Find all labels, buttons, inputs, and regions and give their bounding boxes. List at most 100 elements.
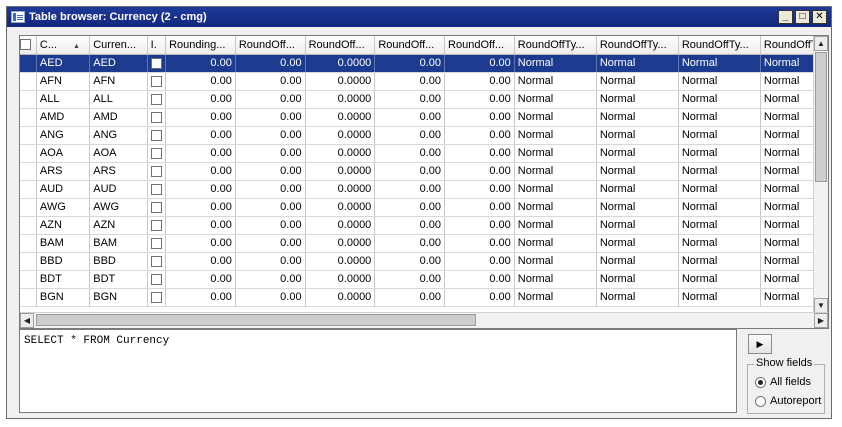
table-cell[interactable]: ANG [36,126,91,145]
radio-all-fields-button[interactable] [755,376,766,388]
table-cell[interactable]: 0.00 [235,198,306,217]
column-header[interactable]: RoundOffTy... [514,36,597,55]
table-cell[interactable]: 0.00 [165,72,236,91]
checkbox-cell[interactable] [147,126,167,145]
table-row[interactable]: AOA AOA 0.00 0.00 0.0000 0.00 0.00 Normal Normal… [20,144,828,163]
select-all-checkbox[interactable] [20,39,31,51]
column-header[interactable]: RoundOff... [374,36,446,55]
row-checkbox[interactable] [150,273,162,285]
table-cell[interactable]: 0.00 [444,144,515,163]
horizontal-scroll-thumb[interactable] [36,314,476,326]
table-cell[interactable]: AED [89,54,148,73]
table-cell[interactable]: Normal [596,234,679,253]
table-cell[interactable]: 0.0000 [305,108,376,127]
table-cell[interactable]: 0.00 [374,108,446,127]
table-row[interactable]: BDT BDT 0.00 0.00 0.0000 0.00 0.00 Normal Normal… [20,270,828,289]
table-cell[interactable]: Normal [514,144,597,163]
table-cell[interactable]: AMD [89,108,148,127]
table-cell[interactable]: 0.00 [235,126,306,145]
table-cell[interactable]: 0.00 [374,270,446,289]
row-selector[interactable] [20,54,37,73]
table-cell[interactable]: AUD [36,180,91,199]
table-cell[interactable]: AOA [89,144,148,163]
table-cell[interactable]: AMD [36,108,91,127]
table-cell[interactable]: Normal [596,54,679,73]
table-cell[interactable]: AFN [36,72,91,91]
table-row[interactable]: AUD AUD 0.00 0.00 0.0000 0.00 0.00 Normal Normal… [20,180,828,199]
checkbox-cell[interactable] [147,198,167,217]
table-cell[interactable]: 0.00 [444,288,515,307]
radio-autoreport[interactable]: Autoreport [755,395,821,407]
checkbox-cell[interactable] [147,90,167,109]
radio-all-fields[interactable]: All fields [755,376,811,388]
checkbox-cell[interactable] [147,144,167,163]
table-cell[interactable]: Normal [514,108,597,127]
table-cell[interactable]: 0.00 [235,54,306,73]
table-cell[interactable]: 0.0000 [305,162,376,181]
table-cell[interactable]: 0.0000 [305,288,376,307]
checkbox-cell[interactable] [147,288,167,307]
row-selector[interactable] [20,270,37,289]
row-checkbox[interactable] [150,75,162,87]
table-cell[interactable]: 0.00 [444,126,515,145]
table-cell[interactable]: 0.00 [374,90,446,109]
vertical-scrollbar[interactable]: ▲ ▼ [813,36,828,313]
table-cell[interactable]: 0.00 [235,162,306,181]
table-row[interactable]: AMD AMD 0.00 0.00 0.0000 0.00 0.00 Normal Normal… [20,108,828,127]
table-cell[interactable]: 0.0000 [305,54,376,73]
row-checkbox[interactable] [150,255,162,267]
table-cell[interactable]: BDT [36,270,91,289]
table-cell[interactable]: Normal [514,252,597,271]
table-cell[interactable]: 0.00 [235,252,306,271]
table-cell[interactable]: Normal [678,288,761,307]
table-cell[interactable]: 0.0000 [305,144,376,163]
table-row[interactable]: ANG ANG 0.00 0.00 0.0000 0.00 0.00 Normal Normal… [20,126,828,145]
table-cell[interactable]: BBD [36,252,91,271]
run-query-button[interactable]: ▶ [748,334,772,354]
table-row[interactable]: AZN AZN 0.00 0.00 0.0000 0.00 0.00 Normal Normal… [20,216,828,235]
table-cell[interactable]: Normal [678,198,761,217]
table-cell[interactable]: 0.0000 [305,234,376,253]
table-cell[interactable]: Normal [514,288,597,307]
table-row[interactable]: ARS ARS 0.00 0.00 0.0000 0.00 0.00 Normal Normal… [20,162,828,181]
row-checkbox[interactable] [150,111,162,123]
table-cell[interactable]: 0.00 [235,144,306,163]
scroll-right-icon[interactable]: ▶ [814,313,828,328]
table-cell[interactable]: Normal [596,108,679,127]
table-cell[interactable]: 0.00 [444,198,515,217]
table-cell[interactable]: 0.00 [165,108,236,127]
row-checkbox[interactable] [150,57,162,69]
table-cell[interactable]: Normal [514,90,597,109]
table-cell[interactable]: 0.00 [374,198,446,217]
row-selector[interactable] [20,252,37,271]
table-cell[interactable]: 0.00 [374,216,446,235]
table-cell[interactable]: Normal [596,270,679,289]
data-grid[interactable]: C... ▲ Curren... I. Rounding... RoundOff.… [19,35,829,329]
table-cell[interactable]: Normal [596,198,679,217]
table-cell[interactable]: Normal [514,72,597,91]
table-cell[interactable]: BDT [89,270,148,289]
table-cell[interactable]: 0.00 [165,54,236,73]
column-header[interactable]: RoundOffTy... [678,36,761,55]
table-cell[interactable]: 0.0000 [305,252,376,271]
table-cell[interactable]: 0.00 [444,180,515,199]
table-cell[interactable]: 0.00 [165,144,236,163]
table-cell[interactable]: Normal [596,180,679,199]
table-cell[interactable]: ANG [89,126,148,145]
table-cell[interactable]: BGN [89,288,148,307]
row-selector[interactable] [20,126,37,145]
row-selector[interactable] [20,72,37,91]
table-cell[interactable]: 0.00 [235,216,306,235]
table-cell[interactable]: 0.00 [165,126,236,145]
table-cell[interactable]: 0.00 [165,234,236,253]
table-cell[interactable]: 0.00 [374,288,446,307]
table-cell[interactable]: AZN [36,216,91,235]
table-cell[interactable]: 0.00 [374,252,446,271]
row-selector[interactable] [20,90,37,109]
table-cell[interactable]: ARS [89,162,148,181]
checkbox-cell[interactable] [147,216,167,235]
vertical-scroll-thumb[interactable] [815,52,827,182]
checkbox-cell[interactable] [147,252,167,271]
title-bar[interactable]: Table browser: Currency (2 - cmg) _ □ ✕ [7,7,831,27]
table-cell[interactable]: 0.00 [235,234,306,253]
